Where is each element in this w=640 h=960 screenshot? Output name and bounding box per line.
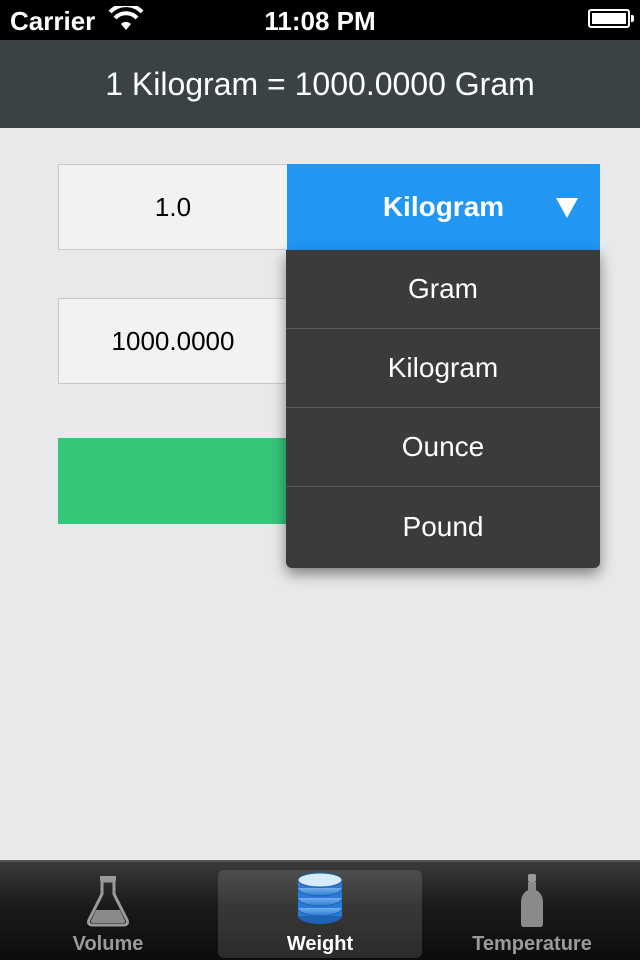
tab-label-temperature: Temperature	[472, 933, 592, 955]
status-bar: Carrier 11:08 PM	[0, 0, 640, 40]
tab-weight[interactable]: Weight	[218, 870, 422, 958]
database-stack-icon	[297, 872, 343, 924]
tab-label-weight: Weight	[286, 933, 354, 955]
output-value-field[interactable]: 1000.0000	[58, 298, 288, 384]
tab-temperature[interactable]: Temperature	[430, 870, 634, 958]
tab-bar: Volume Weight Temperature	[0, 860, 640, 960]
dropdown-option-gram[interactable]: Gram	[286, 250, 600, 329]
dropdown-option-kilogram[interactable]: Kilogram	[286, 329, 600, 408]
tab-volume[interactable]: Volume	[6, 870, 210, 958]
status-time: 11:08 PM	[264, 6, 376, 36]
conversion-result-title: 1 Kilogram = 1000.0000 Gram	[105, 66, 535, 102]
flask-icon	[87, 876, 129, 927]
input-value-field[interactable]: 1.0	[58, 164, 288, 250]
triangle-down-icon	[556, 198, 578, 218]
dropdown-option-pound[interactable]: Pound	[286, 487, 600, 566]
unit-select-label: Kilogram	[382, 191, 505, 222]
unit-select-dropdown[interactable]: Kilogram	[287, 164, 600, 250]
battery-icon	[588, 9, 634, 28]
header: 1 Kilogram = 1000.0000 Gram	[0, 40, 640, 128]
dropdown-option-ounce[interactable]: Ounce	[286, 408, 600, 487]
unit-dropdown-menu: Gram Kilogram Ounce Pound	[286, 250, 600, 568]
bottle-icon	[521, 874, 543, 927]
tab-label-volume: Volume	[72, 933, 144, 955]
